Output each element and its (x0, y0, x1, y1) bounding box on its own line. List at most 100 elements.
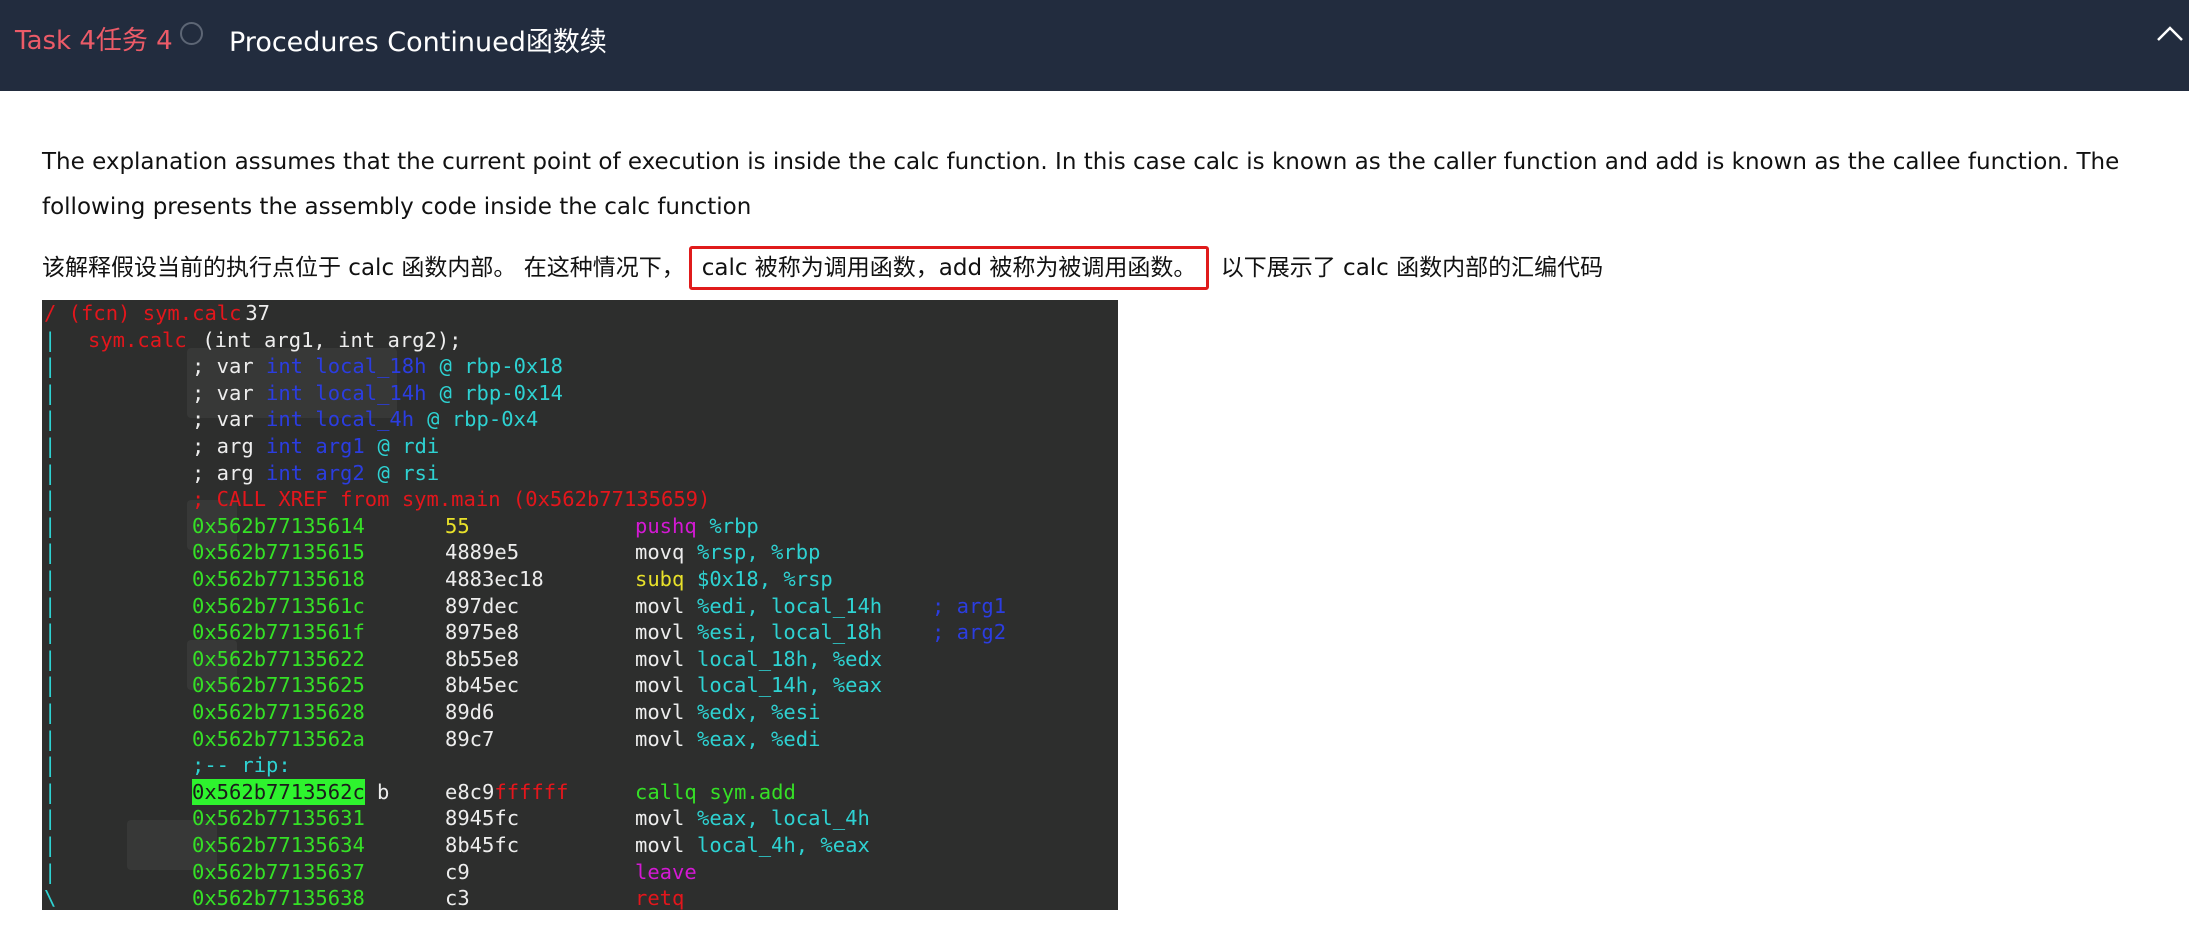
gutter-bar: | (44, 593, 57, 618)
instruction-operands: local_4h, %eax (697, 833, 870, 857)
chevron-up-icon[interactable] (2154, 18, 2186, 50)
instruction-bytes: 8975e8 (445, 620, 520, 645)
instruction-operands: %esi, local_18h (697, 620, 883, 645)
instruction-mnemonic: movl (635, 700, 685, 724)
gutter-bar: \ (44, 886, 57, 910)
instruction-address: 0x562b7713561c (192, 593, 365, 618)
instruction-address: 0x562b77135625 (192, 673, 365, 698)
instruction-operands: $0x18, %rsp (697, 567, 833, 591)
function-signature: (int arg1, int arg2); (190, 327, 462, 352)
instruction-address: 0x562b7713561f (192, 620, 365, 645)
task-title: Procedures Continued函数续 (229, 27, 607, 58)
instruction-bytes: 89c7 (445, 726, 495, 751)
instruction-comment: ; arg2 (932, 620, 1007, 645)
task-content: The explanation assumes that the current… (42, 140, 2182, 230)
gutter-bar: | (44, 753, 57, 778)
instruction-mnemonic: movl (635, 726, 685, 751)
var-type-name: int local_4h (266, 407, 415, 432)
instruction-mnemonic: retq (635, 886, 685, 910)
instruction-mnemonic: subq (635, 567, 685, 591)
var-location: @ rdi (365, 434, 440, 458)
instruction-mnemonic: movl (635, 833, 685, 857)
instruction-bytes: 55 (445, 513, 470, 538)
gutter-bar: | (44, 779, 57, 804)
call-xref: ; CALL XREF from sym.main (0x562b7713565… (192, 487, 711, 512)
var-kind: ; var (192, 380, 267, 405)
var-kind: ; var (192, 407, 267, 432)
instruction-address: 0x562b77135615 (192, 540, 365, 565)
var-kind: ; arg (192, 460, 267, 485)
instruction-mnemonic: movl (635, 620, 685, 645)
var-location: @ rbp-0x4 (414, 407, 539, 432)
instruction-mnemonic: movl (635, 806, 685, 831)
instruction-operands: local_14h, %eax (697, 673, 883, 698)
gutter-bar: | (44, 646, 57, 671)
var-type-name: int arg2 (266, 460, 365, 485)
explanation-cn-before: 该解释假设当前的执行点位于 calc 函数内部。 在这种情况下， (42, 255, 685, 281)
function-name: sym.calc (88, 327, 187, 352)
gutter-bar: | (44, 726, 57, 751)
instruction-address: 0x562b77135618 (192, 567, 365, 591)
var-kind: ; var (192, 354, 267, 379)
explanation-cn: 该解释假设当前的执行点位于 calc 函数内部。 在这种情况下， calc 被称为… (42, 246, 1603, 290)
instruction-operands: local_18h, %edx (697, 646, 883, 671)
var-location: @ rbp-0x18 (427, 354, 563, 379)
explanation-en: The explanation assumes that the current… (42, 149, 2120, 220)
instruction-bytes: 8b45fc (445, 833, 520, 857)
instruction-bytes: c9 (445, 859, 470, 884)
instruction-bytes: e8c9ffffff (445, 779, 569, 804)
gutter-bar: | (44, 806, 57, 831)
instruction-mnemonic: movl (635, 673, 685, 698)
instruction-address: 0x562b77135614 (192, 513, 365, 538)
instruction-address: 0x562b7713562c (192, 778, 365, 806)
task-label: Task 4任务 4 (15, 26, 173, 56)
instruction-address: 0x562b77135628 (192, 700, 365, 724)
function-header: / (fcn) sym.calc (44, 301, 242, 325)
gutter-bar: | (44, 513, 57, 538)
gutter-bar: | (44, 700, 57, 724)
instruction-bytes: 8b55e8 (445, 646, 520, 671)
instruction-operands: %edi, local_14h (697, 593, 883, 618)
var-type-name: int local_18h (266, 354, 427, 379)
var-location: @ rsi (365, 460, 440, 485)
instruction-bytes: 89d6 (445, 700, 495, 724)
instruction-comment: ; arg1 (932, 593, 1007, 618)
var-type-name: int local_14h (266, 380, 427, 405)
gutter-bar: | (44, 540, 57, 565)
rip-label: ;-- rip: (192, 753, 291, 778)
instruction-bytes: c3 (445, 886, 470, 910)
instruction-address: 0x562b77135622 (192, 646, 365, 671)
instruction-bytes: 8b45ec (445, 673, 520, 698)
task-header[interactable]: Task 4任务 4 Procedures Continued函数续 (0, 0, 2189, 91)
instruction-address: 0x562b77135634 (192, 833, 365, 857)
gutter-bar: | (44, 327, 57, 352)
instruction-bytes: 4889e5 (445, 540, 520, 565)
gutter-bar: | (44, 460, 57, 485)
var-type-name: int arg1 (266, 434, 365, 458)
explanation-cn-after: 以下展示了 calc 函数内部的汇编代码 (1213, 255, 1604, 281)
instruction-operands: %rbp (709, 513, 759, 538)
gutter-bar: | (44, 567, 57, 591)
instruction-bytes: 8945fc (445, 806, 520, 831)
instruction-marker: b (377, 779, 390, 804)
instruction-address: 0x562b7713562a (192, 726, 365, 751)
gutter-bar: | (44, 833, 57, 857)
instruction-address: 0x562b77135638 (192, 886, 365, 910)
gutter-bar: | (44, 859, 57, 884)
instruction-address: 0x562b77135631 (192, 806, 365, 831)
instruction-mnemonic: movl (635, 593, 685, 618)
instruction-operands: %eax, %edi (697, 726, 821, 751)
instruction-address: 0x562b77135637 (192, 859, 365, 884)
instruction-mnemonic: callq (635, 779, 697, 804)
instruction-mnemonic: movl (635, 646, 685, 671)
instruction-mnemonic: movq (635, 540, 685, 565)
assembly-code-screenshot: / (fcn) sym.calc 37 | sym.calc (int arg1, … (42, 300, 1118, 910)
instruction-operands: %edx, %esi (697, 700, 821, 724)
instruction-bytes: 4883ec18 (445, 567, 544, 591)
task-status-circle-icon (180, 22, 203, 45)
instruction-bytes: 897dec (445, 593, 520, 618)
gutter-bar: | (44, 380, 57, 405)
gutter-bar: | (44, 354, 57, 379)
gutter-bar: | (44, 620, 57, 645)
gutter-bar: | (44, 673, 57, 698)
